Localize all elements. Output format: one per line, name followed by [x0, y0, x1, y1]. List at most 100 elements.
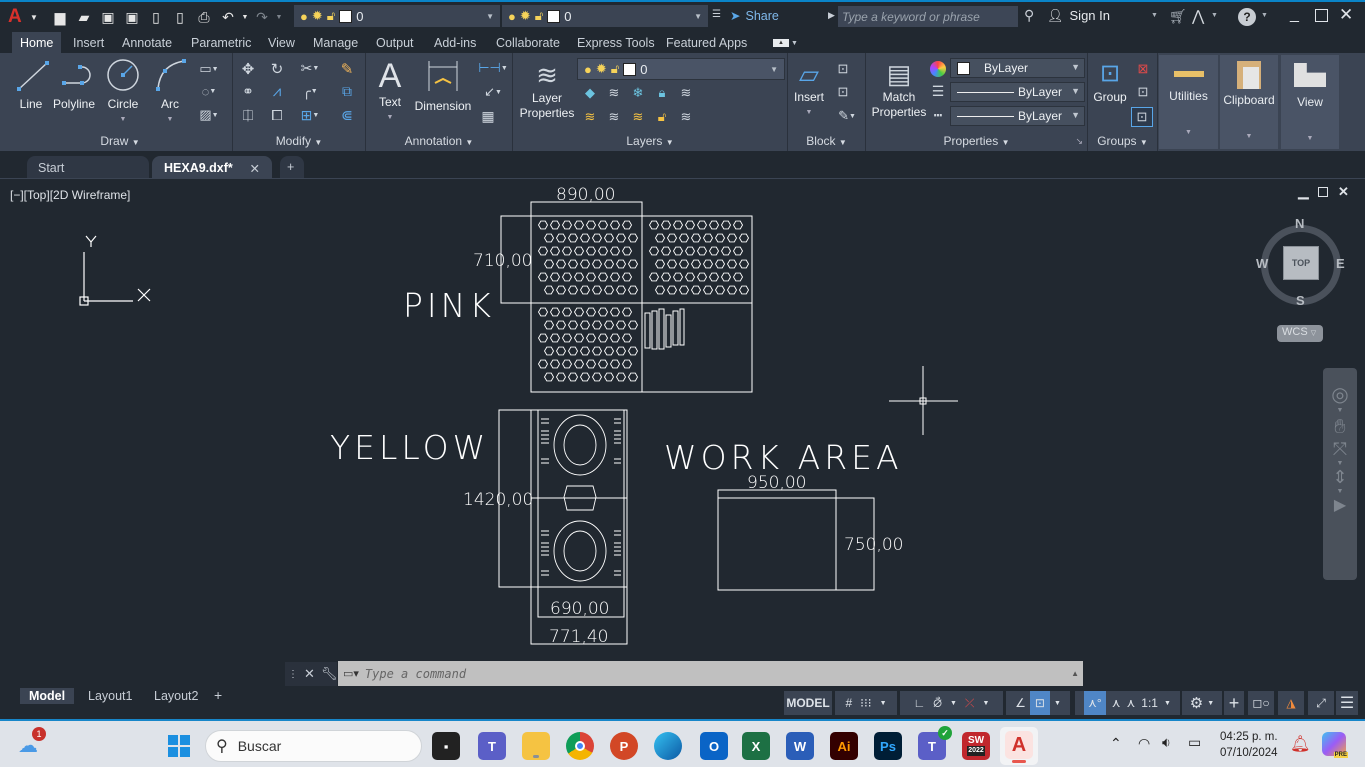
circle-dropdown-icon[interactable]: ▼ — [101, 112, 145, 127]
compass-e[interactable]: E — [1336, 256, 1345, 271]
search-expand-icon[interactable]: ▶ — [828, 10, 835, 21]
command-history-icon[interactable]: ▭▾ — [343, 667, 359, 680]
edit-block-icon[interactable]: ⊡ — [832, 84, 854, 100]
search-icon[interactable]: ⚲ — [1024, 7, 1034, 24]
save-as-icon[interactable]: ▣ — [120, 7, 144, 27]
qat-customize-icon[interactable]: ☰ — [712, 9, 721, 20]
group-edit-icon[interactable]: ⊡ — [1132, 84, 1154, 100]
edit-attributes-icon[interactable]: ✎ ▼ — [832, 108, 862, 124]
scale-icon[interactable]: ⧠ — [266, 107, 288, 124]
viewport-minimize-button[interactable]: ▁ — [1298, 183, 1309, 200]
command-expand-icon[interactable]: ▲ — [1071, 669, 1079, 678]
pan-icon[interactable]: ✋︎ — [1323, 416, 1357, 439]
layout-tab-layout1[interactable]: Layout1 — [80, 688, 140, 704]
save-to-web-icon[interactable]: ▯ — [168, 7, 192, 27]
help-dropdown-icon[interactable]: ▼ — [1261, 12, 1268, 19]
layer-unisolate-icon[interactable]: ≋ — [603, 109, 625, 125]
annotation-panel-title[interactable]: Annotation ▼ — [366, 134, 512, 148]
start-button[interactable] — [168, 735, 190, 757]
copy-icon[interactable]: ⚭ — [237, 83, 259, 100]
wcs-menu[interactable]: WCS ▽ — [1277, 325, 1323, 342]
maximize-button[interactable] — [1315, 9, 1328, 22]
save-icon[interactable]: ▣ — [96, 7, 120, 27]
dimension-button[interactable]: Dimension — [410, 57, 476, 114]
help-icon[interactable]: ? — [1238, 8, 1256, 26]
osnap-group[interactable]: ∠ ⊡ ▼ — [1006, 691, 1070, 715]
grid-toggle[interactable]: # ⁝⁝⁝ ▼ — [835, 691, 897, 715]
match-properties-button[interactable]: ▤ Match Properties — [870, 58, 928, 120]
layer-lock-icon[interactable]: 🔒︎ — [651, 85, 673, 101]
taskbar-teams[interactable]: T — [478, 732, 506, 760]
weather-widget[interactable]: ☁ 1 — [18, 727, 46, 757]
cart-icon[interactable]: 🛒︎ — [1169, 8, 1187, 25]
table-icon[interactable]: ▦ — [478, 108, 498, 125]
undo-icon[interactable]: ↶ — [216, 7, 240, 27]
redo-dropdown-icon[interactable]: ▼ — [274, 7, 284, 27]
properties-launcher-icon[interactable]: ↘ — [1075, 136, 1083, 147]
close-button[interactable]: ✕ — [1339, 5, 1353, 25]
groups-panel-title[interactable]: Groups ▼ — [1088, 134, 1157, 148]
tab-collaborate[interactable]: Collaborate — [488, 32, 568, 54]
compass-w[interactable]: W — [1256, 256, 1268, 271]
layer-freeze-icon[interactable]: ❄ — [627, 85, 649, 101]
layer-combo[interactable]: ● ✹ 🔓︎ 0 ▼ — [577, 58, 785, 80]
group-button[interactable]: ⊡ Group — [1090, 58, 1130, 105]
tab-featured-apps[interactable]: Featured Apps — [658, 32, 755, 54]
layer-match-icon[interactable]: ≋ — [675, 85, 697, 101]
move-icon[interactable]: ✥ — [237, 60, 259, 78]
taskbar-powerpoint[interactable]: P — [610, 732, 638, 760]
layer-properties-button[interactable]: ≋ Layer Properties — [515, 59, 579, 121]
taskbar-teams-work[interactable]: T ✓ — [918, 726, 952, 760]
fillet-icon[interactable]: ╭ ▼ — [294, 83, 326, 100]
stretch-icon[interactable]: ⎅ — [237, 107, 259, 124]
tab-express-tools[interactable]: Express Tools — [569, 32, 663, 54]
text-button[interactable]: A Text ▼ — [370, 57, 410, 125]
grip-icon[interactable]: ⋮ — [288, 669, 298, 680]
circle-button[interactable]: Circle ▼ — [101, 57, 145, 127]
arc-button[interactable]: Arc ▼ — [150, 57, 190, 127]
layer-on-icon[interactable]: ≋ — [579, 109, 601, 125]
layout-tab-model[interactable]: Model — [20, 688, 75, 704]
compass-s[interactable]: S — [1296, 293, 1305, 308]
ungroup-icon[interactable]: ⊠ — [1132, 61, 1154, 77]
taskbar-autocad-active[interactable]: A — [1000, 727, 1038, 765]
view-button[interactable]: View ▼ — [1281, 55, 1339, 149]
wifi-icon[interactable]: ◠ — [1138, 735, 1150, 752]
doc-tab-start[interactable]: Start — [27, 156, 149, 179]
zoom-extents-icon[interactable]: ⤧ — [1323, 439, 1357, 460]
line-button[interactable]: Line — [10, 57, 52, 112]
doc-tab-hexa9[interactable]: HEXA9.dxf* ✕ — [152, 156, 272, 179]
tab-home[interactable]: Home — [12, 32, 62, 54]
tab-annotate[interactable]: Annotate — [114, 32, 180, 54]
erase-icon[interactable]: ✎ — [336, 60, 358, 78]
taskbar-chrome[interactable] — [566, 732, 594, 760]
command-input[interactable]: ▭▾ Type a command ▲ — [338, 661, 1083, 686]
rotate-icon[interactable]: ↻ — [266, 60, 288, 78]
ribbon-minimize-dropdown-icon[interactable]: ▼ — [791, 40, 798, 47]
status-menu[interactable]: ☰ — [1336, 691, 1358, 715]
block-panel-title[interactable]: Block ▼ — [788, 134, 865, 148]
viewcube[interactable]: TOP N S W E — [1256, 216, 1345, 308]
volume-icon[interactable]: 🔉︎ — [1162, 734, 1171, 751]
autocad-app-menu[interactable]: A — [8, 6, 28, 28]
battery-icon[interactable]: ▭ — [1188, 734, 1201, 751]
explode-icon[interactable]: ⧉ — [336, 83, 358, 100]
drawing-canvas[interactable]: [−][Top][2D Wireframe] PINK 890,00 710,0… — [0, 179, 1365, 687]
plot-icon[interactable]: ⎙ — [192, 7, 216, 27]
sign-in-dropdown-icon[interactable]: ▼ — [1151, 12, 1158, 19]
keyword-search-input[interactable]: Type a keyword or phrase — [838, 6, 1018, 27]
app-menu-chevron-icon[interactable]: ▼ — [28, 7, 40, 27]
tab-output[interactable]: Output — [368, 32, 422, 54]
layer-thaw-icon[interactable]: ≋ — [627, 109, 649, 125]
clean-screen[interactable]: ⤢ — [1308, 691, 1334, 715]
utilities-button[interactable]: Utilities ▼ — [1159, 55, 1218, 149]
command-line-handle[interactable]: ⋮ ✕ 🔧︎ — [285, 662, 337, 686]
taskbar-task-view[interactable]: ▪ — [432, 732, 460, 760]
share-button[interactable]: ➤ Share — [730, 8, 779, 24]
layer-unlock-icon[interactable]: 🔓︎ — [651, 109, 673, 125]
new-icon[interactable]: ▆ — [48, 7, 72, 27]
undo-dropdown-icon[interactable]: ▼ — [240, 7, 250, 27]
orbit-icon[interactable]: ⇕ — [1323, 467, 1357, 488]
properties-panel-title[interactable]: Properties ▼ — [866, 134, 1087, 148]
arc-dropdown-icon[interactable]: ▼ — [150, 112, 190, 127]
